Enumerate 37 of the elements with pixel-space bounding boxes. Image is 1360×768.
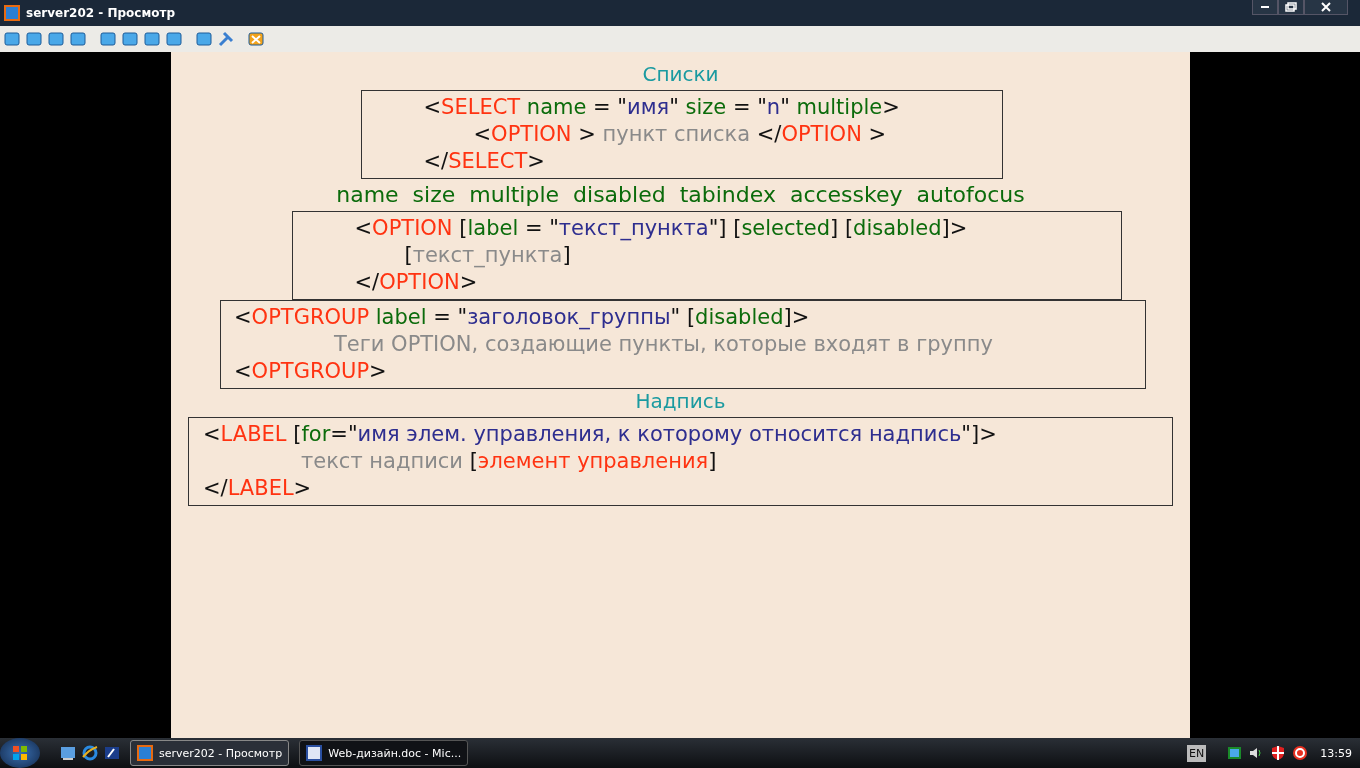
slide-heading: Списки: [642, 62, 719, 86]
minimize-button[interactable]: [1252, 0, 1278, 15]
close-icon: [1321, 2, 1331, 12]
code-line: </LABEL>: [203, 475, 313, 502]
code-line: текст надписи [элемент управления]: [300, 448, 718, 475]
restore-button[interactable]: [1278, 0, 1304, 15]
target-icon[interactable]: [1292, 745, 1309, 761]
code-line: Теги OPTION, создающие пункты, которые входят в группу: [333, 331, 994, 358]
app-icon: [4, 5, 20, 21]
start-button[interactable]: [0, 738, 40, 768]
code-line: </SELECT>: [423, 148, 546, 175]
language-indicator[interactable]: EN: [1187, 744, 1207, 762]
code-line: <SELECT name = "имя" size = "n" multiple>: [423, 94, 901, 121]
code-line: <OPTION [label = "текст_пункта"] [selected] [disabled]>: [354, 215, 969, 242]
app-icon: [306, 745, 323, 761]
windows-logo-icon: [12, 745, 28, 761]
taskbar-button[interactable]: server202 - Просмотр: [130, 740, 290, 766]
restore-icon: [1285, 2, 1297, 12]
minimize-icon: [1261, 6, 1269, 8]
close-icon[interactable]: [248, 31, 264, 47]
window-title: server202 - Просмотр: [26, 6, 176, 20]
clock: 13:59: [1320, 746, 1352, 760]
code-line: [текст_пункта]: [403, 242, 572, 269]
code-line: <OPTGROUP label = "заголовок_группы" [disabled]>: [234, 304, 811, 331]
taskbar-button[interactable]: Web-дизайн.doc - Mic...: [299, 740, 469, 766]
monitor-icon[interactable]: [4, 31, 20, 47]
app-icon: [137, 745, 153, 761]
code-line: <OPTGROUP>: [234, 358, 388, 385]
shield-icon[interactable]: [1270, 745, 1287, 761]
close-button[interactable]: [1304, 0, 1348, 15]
slide-heading: Надпись: [635, 389, 726, 413]
code-line: <OPTION > пункт списка </OPTION >: [472, 121, 888, 148]
attribute-list: name size multiple disabled tabindex accesskey autofocus: [336, 181, 1025, 209]
code-line: </OPTION>: [354, 269, 479, 296]
code-line: <LABEL [for="имя элем. управления, к которому относится надпись"]>: [203, 421, 998, 448]
desktop-icon[interactable]: [60, 745, 76, 761]
square-icon[interactable]: [144, 31, 160, 47]
